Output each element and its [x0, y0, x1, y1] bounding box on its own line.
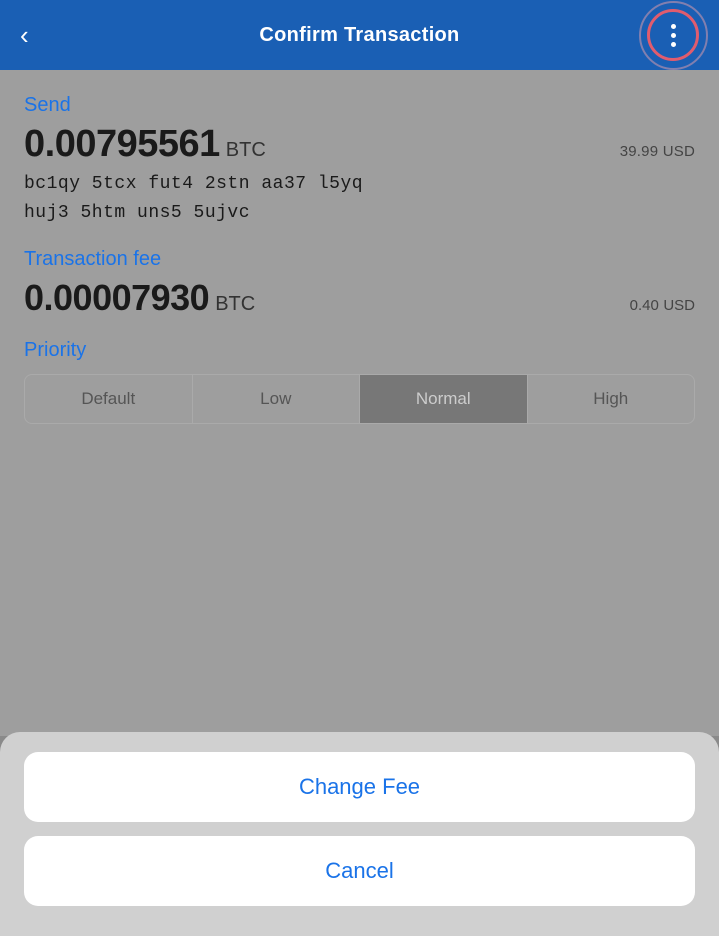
priority-label: Priority — [24, 339, 695, 362]
send-amount-value: 0.00795561 — [24, 123, 220, 166]
fee-amount-currency: BTC — [215, 293, 255, 316]
recipient-address: bc1qy 5tcx fut4 2stn aa37 l5yq huj3 5htm… — [24, 170, 695, 228]
bottom-sheet: Change Fee Cancel — [0, 732, 719, 936]
send-amount-main: 0.00795561 BTC — [24, 123, 266, 166]
priority-option-normal[interactable]: Normal — [360, 375, 528, 423]
fee-usd-currency: USD — [663, 297, 695, 314]
header: ‹ Confirm Transaction — [0, 0, 719, 70]
page-title: Confirm Transaction — [259, 24, 459, 47]
send-amount-row: 0.00795561 BTC 39.99 USD — [24, 123, 695, 166]
fee-amount-usd: 0.40 USD — [630, 297, 695, 315]
priority-option-high[interactable]: High — [528, 375, 695, 423]
back-button[interactable]: ‹ — [20, 22, 29, 48]
send-amount-usd: 39.99 USD — [620, 143, 695, 161]
priority-option-default[interactable]: Default — [25, 375, 193, 423]
fee-usd-value: 0.40 — [630, 297, 659, 314]
send-usd-label: USD — [663, 143, 695, 160]
send-amount-currency: BTC — [226, 139, 266, 162]
change-fee-button[interactable]: Change Fee — [24, 752, 695, 822]
main-content: Send 0.00795561 BTC 39.99 USD bc1qy 5tcx… — [0, 70, 719, 736]
send-usd-value: 39.99 — [620, 143, 659, 160]
fee-label: Transaction fee — [24, 248, 695, 271]
send-label: Send — [24, 94, 695, 117]
fee-amount-value: 0.00007930 — [24, 277, 209, 319]
priority-selector: Default Low Normal High — [24, 374, 695, 424]
cancel-button[interactable]: Cancel — [24, 836, 695, 906]
more-vertical-icon — [671, 24, 676, 47]
fee-amount-main: 0.00007930 BTC — [24, 277, 255, 319]
menu-button[interactable] — [647, 9, 699, 61]
priority-option-low[interactable]: Low — [193, 375, 361, 423]
fee-amount-row: 0.00007930 BTC 0.40 USD — [24, 277, 695, 319]
